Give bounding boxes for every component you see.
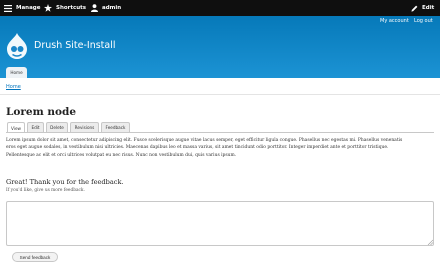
page-title: Lorem node [6, 106, 77, 118]
toolbar-shortcuts-label: Shortcuts [56, 5, 87, 11]
tabs-divider [6, 132, 434, 133]
resize-grip-icon[interactable] [427, 239, 433, 245]
admin-toolbar: Manage Shortcuts admin Edit [0, 0, 440, 16]
toolbar-edit[interactable]: Edit [411, 0, 434, 16]
node-body: Lorem ipsum dolor sit amet, consectetur … [6, 137, 434, 159]
divider [0, 94, 440, 95]
toolbar-user-label: admin [102, 5, 122, 11]
log-out-link[interactable]: Log out [414, 18, 433, 24]
toolbar-edit-label: Edit [422, 5, 435, 11]
feedback-title: Great! Thank you for the feedback. [6, 178, 124, 186]
feedback-textarea[interactable] [6, 201, 434, 246]
my-account-link[interactable]: My account [380, 18, 409, 24]
breadcrumb-home-link[interactable]: Home [6, 84, 21, 90]
toolbar-manage-label: Manage [16, 5, 41, 11]
pencil-icon [411, 5, 418, 12]
toolbar-manage[interactable]: Manage [4, 0, 40, 16]
drupal-drop-logo[interactable] [6, 33, 28, 59]
hamburger-icon [4, 4, 12, 12]
tab-edit[interactable]: Edit [27, 122, 44, 132]
star-icon [44, 4, 52, 12]
tab-feedback[interactable]: Feedback [101, 122, 130, 132]
tab-revisions[interactable]: Revisions [70, 122, 99, 132]
body-line: eros eget augue sodales, in vestibulum n… [6, 145, 389, 151]
toolbar-shortcuts[interactable]: Shortcuts [44, 0, 86, 16]
person-icon [91, 4, 98, 12]
send-feedback-button[interactable]: Send feedback [12, 252, 58, 262]
body-line: Pellentesque ac elit et orci ultrices vo… [6, 152, 237, 158]
toolbar-user[interactable]: admin [91, 0, 121, 16]
main-menu-home[interactable]: Home [6, 67, 27, 78]
site-name[interactable]: Drush Site-Install [34, 40, 116, 51]
body-line: Lorem ipsum dolor sit amet, consectetur … [6, 138, 403, 143]
feedback-help-text: If you'd like, give us more feedback. [6, 188, 85, 193]
tab-delete[interactable]: Delete [46, 122, 68, 132]
site-header: My account Log out Drush Site-Install Ho… [0, 16, 440, 78]
